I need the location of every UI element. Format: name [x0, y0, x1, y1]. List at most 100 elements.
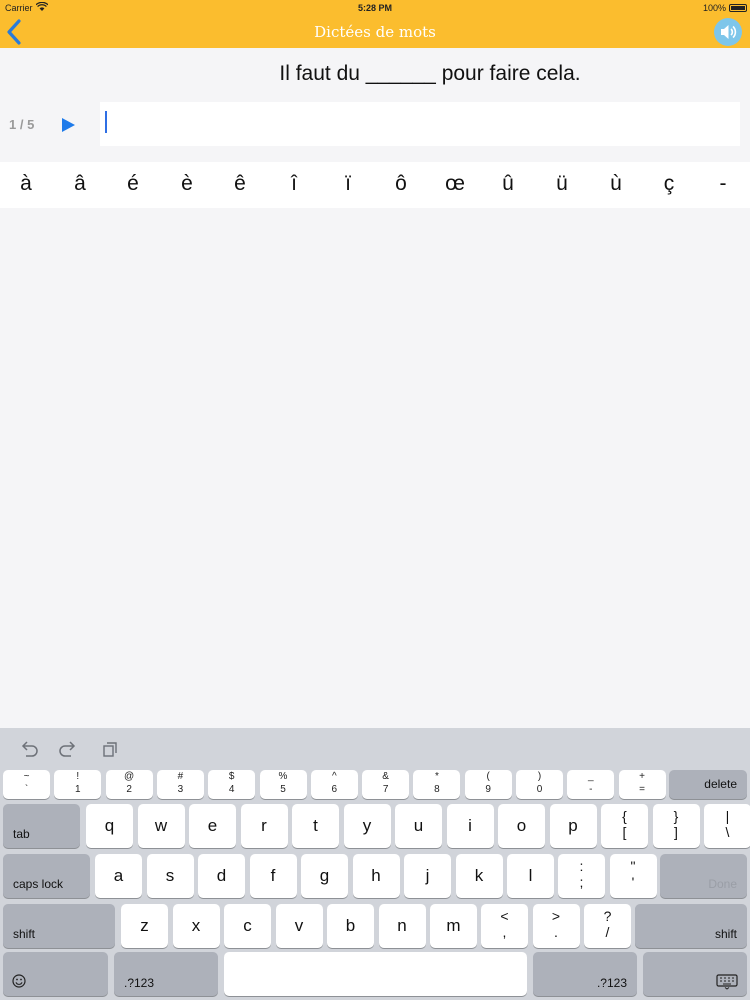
number-key[interactable]: + = — [618, 770, 666, 799]
symbol-key[interactable]: >. — [532, 904, 580, 948]
accent-key[interactable]: à — [6, 172, 46, 196]
letter-key[interactable]: o — [498, 804, 545, 848]
symbol-key[interactable]: }] — [652, 804, 700, 848]
number-key[interactable]: ~ ` — [3, 770, 50, 799]
letter-key[interactable]: s — [146, 854, 194, 898]
symbol-key[interactable]: | \ — [704, 804, 750, 848]
letter-key[interactable]: g — [301, 854, 348, 898]
shift-label: shift — [714, 927, 737, 941]
letter-key[interactable]: z — [121, 904, 168, 948]
letter-key[interactable]: a — [95, 854, 142, 898]
accent-key[interactable]: â — [60, 172, 100, 196]
clock: 5:28 PM — [357, 3, 392, 13]
accent-key[interactable]: û — [488, 172, 528, 196]
letter-key[interactable]: p — [549, 804, 597, 848]
number-key[interactable]: (9 — [464, 770, 512, 799]
letter-key[interactable]: f — [249, 854, 297, 898]
accent-key[interactable]: ô — [381, 172, 421, 196]
number-key[interactable]: % 5 — [259, 770, 307, 799]
letter-key[interactable]: v — [275, 904, 323, 948]
key-shift-char: ^ — [331, 771, 337, 782]
number-key[interactable]: _ - — [567, 770, 615, 799]
letter-key[interactable]: h — [352, 854, 400, 898]
redo-icon[interactable] — [57, 740, 79, 760]
shift-key-right[interactable]: shift — [635, 904, 747, 948]
numbers-label: .?123 — [124, 976, 155, 990]
letter-key[interactable]: c — [224, 904, 271, 948]
letter-key[interactable]: b — [327, 904, 374, 948]
symbol-key[interactable]: ? / — [584, 904, 631, 948]
accent-key[interactable]: è — [167, 172, 207, 196]
dismiss-keyboard-key[interactable] — [643, 952, 747, 996]
key-char: 1 — [75, 784, 81, 795]
key-shift-char: ) — [537, 771, 542, 782]
letter-key[interactable]: q — [86, 804, 133, 848]
text-cursor — [105, 111, 107, 133]
tab-key[interactable]: tab — [3, 804, 80, 848]
key-char: n — [397, 916, 407, 935]
key-char: e — [207, 816, 218, 835]
paste-icon[interactable] — [98, 740, 120, 760]
accent-key[interactable]: ü — [542, 172, 582, 196]
letter-key[interactable]: k — [455, 854, 503, 898]
letter-key[interactable]: m — [430, 904, 477, 948]
letter-key[interactable]: n — [378, 904, 426, 948]
letter-key[interactable]: y — [343, 804, 391, 848]
accent-key[interactable]: î — [274, 172, 314, 196]
letter-key[interactable]: e — [189, 804, 236, 848]
number-key[interactable]: ^ 6 — [310, 770, 358, 799]
symbol-key[interactable]: <, — [481, 904, 528, 948]
number-key[interactable]: @2 — [105, 770, 153, 799]
number-key[interactable]: $4 — [208, 770, 256, 799]
symbol-key[interactable]: {[ — [601, 804, 648, 848]
accent-key[interactable]: ù — [596, 172, 636, 196]
number-key[interactable]: & 7 — [362, 770, 410, 799]
letter-key[interactable]: x — [172, 904, 220, 948]
accent-key[interactable]: ê — [220, 172, 260, 196]
delete-key[interactable]: delete — [669, 770, 747, 799]
key-shift-char: & — [382, 771, 389, 782]
letter-key[interactable]: r — [240, 804, 288, 848]
letter-key[interactable]: d — [198, 854, 245, 898]
numbers-key-left[interactable]: .?123 — [114, 952, 218, 996]
answer-input[interactable] — [100, 102, 740, 146]
accent-key[interactable]: é — [113, 172, 153, 196]
letter-key[interactable]: j — [404, 854, 451, 898]
undo-icon[interactable] — [18, 740, 40, 760]
emoji-key[interactable] — [3, 952, 108, 996]
navigation-bar: Dictées de mots — [0, 16, 750, 48]
play-icon[interactable] — [58, 115, 78, 135]
caps-lock-key[interactable]: caps lock — [3, 854, 90, 898]
dictation-sentence: Il faut du ______ pour faire cela. — [279, 62, 581, 85]
key-char: , — [502, 924, 507, 940]
key-char: a — [113, 866, 124, 885]
on-screen-keyboard: ~ `! 1 @2 #3 $4% 5 ^ 6 & 7 * 8(9) 0 _ - + = delete tab q w e r t… — [0, 728, 750, 1000]
number-key[interactable]: #3 — [156, 770, 204, 799]
letter-key[interactable]: i — [446, 804, 494, 848]
accent-key[interactable]: ç — [649, 172, 689, 196]
letter-key[interactable]: l — [507, 854, 554, 898]
accent-key[interactable]: - — [703, 172, 743, 196]
key-char: h — [371, 866, 381, 885]
done-key[interactable]: Done — [660, 854, 747, 898]
symbol-key[interactable]: :; — [558, 854, 605, 898]
space-bar[interactable] — [224, 952, 527, 996]
number-key[interactable]: ! 1 — [54, 770, 102, 799]
symbol-key[interactable]: " ' — [609, 854, 657, 898]
letter-key[interactable]: w — [137, 804, 185, 848]
accent-bar: àâéèêîïôœûüùç- — [0, 162, 750, 208]
key-shift-char: > — [551, 908, 561, 924]
key-char: j — [425, 866, 430, 885]
accent-key[interactable]: œ — [435, 172, 475, 196]
letter-key[interactable]: t — [292, 804, 339, 848]
speaker-icon[interactable] — [714, 18, 742, 46]
accent-key[interactable]: ï — [328, 172, 368, 196]
key-shift-char: $ — [228, 771, 235, 782]
key-char: s — [165, 866, 175, 885]
numbers-key-right[interactable]: .?123 — [533, 952, 637, 996]
shift-key-left[interactable]: shift — [3, 904, 115, 948]
letter-key[interactable]: u — [395, 804, 442, 848]
key-char: 5 — [280, 784, 286, 795]
number-key[interactable]: * 8 — [413, 770, 461, 799]
number-key[interactable]: ) 0 — [516, 770, 563, 799]
